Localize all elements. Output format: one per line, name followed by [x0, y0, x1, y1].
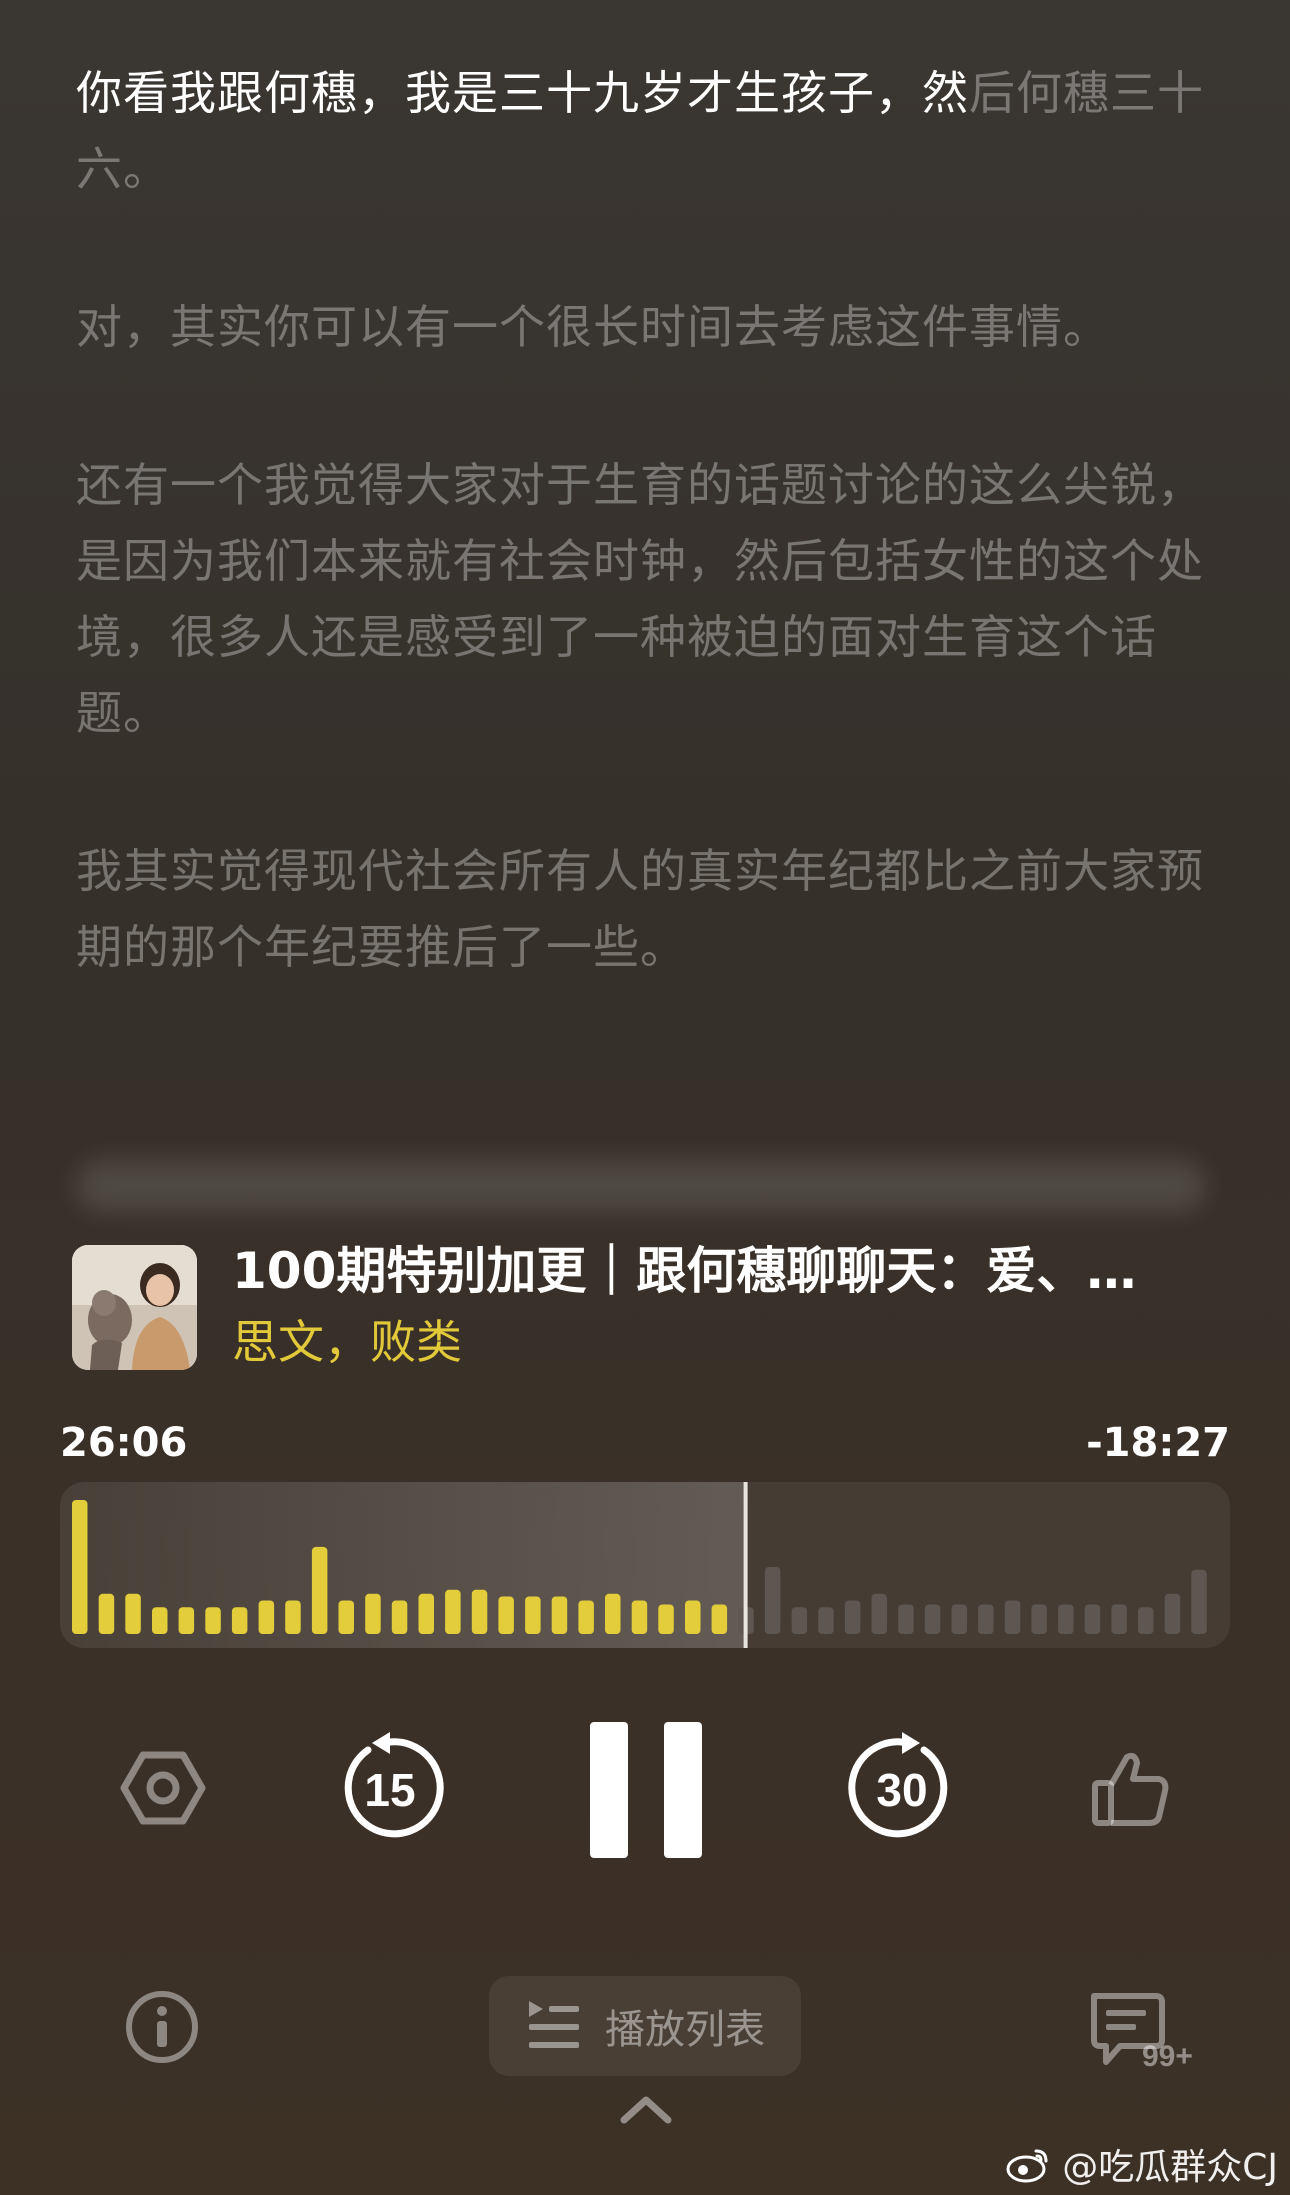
- waveform-bar: [685, 1600, 701, 1634]
- transcript-paragraph: 对，其实你可以有一个很长时间去考虑这件事情。: [76, 289, 1216, 365]
- waveform-bar: [338, 1600, 354, 1634]
- waveform-bar: [898, 1604, 914, 1634]
- waveform-bar: [72, 1500, 88, 1634]
- waveform-bar: [178, 1607, 195, 1634]
- expand-chevron[interactable]: [616, 2090, 676, 2130]
- waveform-bar: [525, 1596, 541, 1634]
- thumbs-up-icon: [1092, 1752, 1169, 1826]
- waveform-bar: [258, 1600, 275, 1634]
- waveform-bar: [391, 1600, 408, 1634]
- waveform-bar: [1138, 1607, 1154, 1634]
- waveform-bar: [471, 1589, 488, 1634]
- episode-cover[interactable]: [72, 1245, 197, 1370]
- elapsed-time: 26:06: [60, 1420, 188, 1466]
- transcript-paragraph: 你看我跟何穗，我是三十九岁才生孩子，然后何穗三十六。: [76, 55, 1216, 207]
- waveform-bar: [791, 1607, 808, 1634]
- transcript-paragraph: 我其实觉得现代社会所有人的真实年纪都比之前大家预期的那个年纪要推后了一些。: [76, 833, 1216, 985]
- episode-title[interactable]: 100期特别加更｜跟何穗聊聊天：爱、…: [232, 1238, 1192, 1304]
- waveform-bar: [152, 1607, 168, 1634]
- waveform-bar: [231, 1607, 248, 1634]
- waveform-bars: [72, 1482, 1207, 1648]
- rewind-seconds: 15: [364, 1764, 415, 1816]
- waveform-bar: [1058, 1604, 1074, 1634]
- playback-speed-button[interactable]: [117, 1742, 209, 1834]
- playlist-button[interactable]: 播放列表: [489, 1976, 801, 2076]
- playlist-label: 播放列表: [605, 2007, 765, 2053]
- waveform-bar: [631, 1600, 648, 1634]
- waveform-bar: [1004, 1600, 1021, 1634]
- waveform-bar: [551, 1596, 568, 1634]
- waveform-bar: [1164, 1593, 1181, 1634]
- waveform-bar: [764, 1567, 781, 1634]
- episode-author[interactable]: 思文，败类: [232, 1312, 462, 1372]
- forward-30-button[interactable]: 30: [846, 1732, 958, 1844]
- waveform-bar: [605, 1593, 621, 1634]
- paragraph-text: 对，其实你可以有一个很长时间去考虑这件事情。: [76, 300, 1110, 354]
- waveform-bar: [205, 1607, 221, 1634]
- pause-icon: [590, 1722, 702, 1858]
- waveform-bar: [98, 1593, 115, 1634]
- waveform-bar: [1191, 1569, 1207, 1634]
- comments-badge: 99+: [1142, 2040, 1193, 2073]
- waveform-bar: [125, 1593, 141, 1634]
- playhead[interactable]: [743, 1482, 748, 1648]
- waveform-bar: [1084, 1604, 1101, 1634]
- forward-seconds: 30: [876, 1764, 927, 1816]
- waveform-bar: [871, 1593, 887, 1634]
- rewind-icon: 15: [344, 1732, 444, 1838]
- waveform-bar: [924, 1604, 941, 1634]
- forward-icon: 30: [848, 1732, 948, 1838]
- paragraph-text: 还有一个我觉得大家对于生育的话题讨论的这么尖锐，是因为我们本来就有社会时钟，然后…: [76, 458, 1204, 740]
- blurred-transcript-line: [76, 1160, 1206, 1212]
- comment-icon: 99+: [1091, 1993, 1193, 2073]
- waveform-bar: [1031, 1604, 1047, 1634]
- watermark-text: @吃瓜群众CJ: [1062, 2147, 1278, 2188]
- waveform-bar: [844, 1600, 861, 1634]
- remaining-time: -18:27: [1086, 1420, 1230, 1466]
- waveform-bar: [578, 1600, 594, 1634]
- like-button[interactable]: [1084, 1742, 1176, 1834]
- transcript: 你看我跟何穗，我是三十九岁才生孩子，然后何穗三十六。 对，其实你可以有一个很长时…: [76, 55, 1216, 1067]
- waveform-bar: [818, 1607, 834, 1634]
- current-sentence: 你看我跟何穗，我是三十九岁才生孩子，然: [76, 66, 969, 120]
- waveform-bar: [711, 1604, 728, 1634]
- waveform-bar: [365, 1593, 381, 1634]
- info-icon: [126, 1991, 198, 2063]
- waveform-bar: [978, 1604, 994, 1634]
- waveform-bar: [311, 1546, 328, 1634]
- waveform-scrubber[interactable]: [60, 1482, 1230, 1648]
- waveform-bar: [418, 1593, 434, 1634]
- cover-image: [72, 1245, 197, 1370]
- waveform-bar: [498, 1596, 514, 1634]
- hexagon-speed-icon: [120, 1751, 206, 1825]
- waveform-bar: [285, 1600, 301, 1634]
- rewind-15-button[interactable]: 15: [334, 1732, 446, 1844]
- waveform-bar: [951, 1604, 967, 1634]
- waveform-bar: [445, 1589, 461, 1634]
- watermark: @吃瓜群众CJ: [1006, 2138, 1278, 2190]
- weibo-logo-icon: [1006, 2149, 1048, 2183]
- transcript-paragraph: 还有一个我觉得大家对于生育的话题讨论的这么尖锐，是因为我们本来就有社会时钟，然后…: [76, 447, 1216, 751]
- waveform-bar: [1111, 1604, 1127, 1634]
- info-button[interactable]: [120, 1985, 204, 2069]
- chevron-up-icon: [620, 2096, 672, 2124]
- waveform-bar: [658, 1604, 674, 1634]
- playlist-icon: [529, 2001, 579, 2048]
- paragraph-text: 我其实觉得现代社会所有人的真实年纪都比之前大家预期的那个年纪要推后了一些。: [76, 844, 1204, 974]
- pause-button[interactable]: [582, 1716, 710, 1864]
- comments-button[interactable]: 99+: [1088, 1990, 1203, 2080]
